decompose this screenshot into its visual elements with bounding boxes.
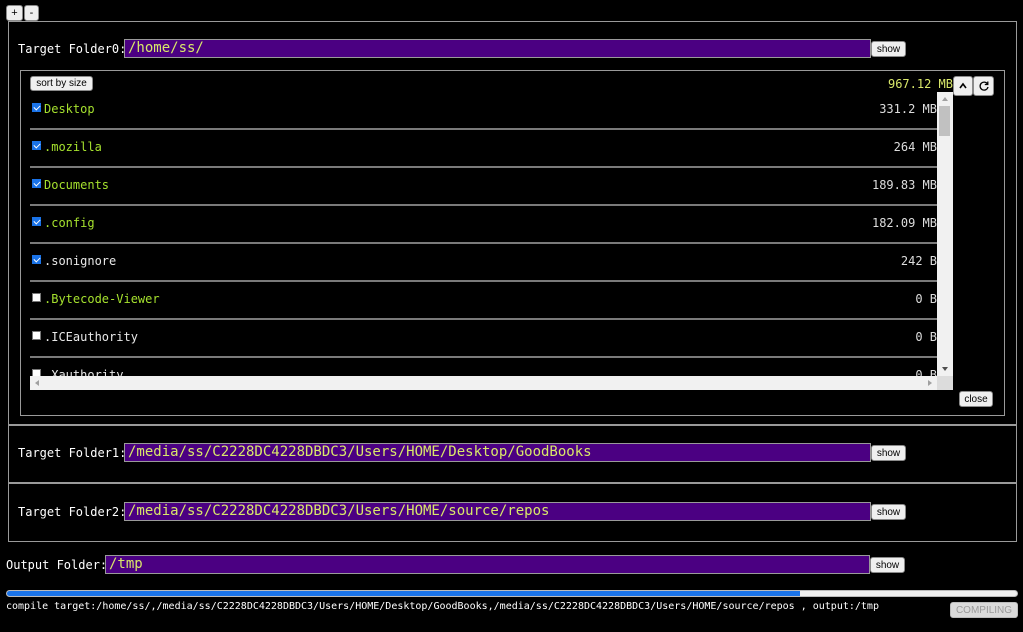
item-checkbox[interactable]: [32, 293, 41, 302]
target-folder-2-label: Target Folder2:: [18, 505, 127, 519]
target-folder-0-path[interactable]: /home/ss/: [124, 39, 871, 58]
item-name[interactable]: .ICEauthority: [44, 330, 138, 344]
item-checkbox[interactable]: [32, 369, 41, 376]
item-size: 0 B: [915, 330, 937, 344]
output-folder-label: Output Folder:: [6, 558, 108, 572]
target-folder-2-path[interactable]: /media/ss/C2228DC4228DBDC3/Users/HOME/so…: [124, 502, 871, 521]
file-list-item[interactable]: .Xauthority 0 B: [30, 358, 937, 376]
compile-button[interactable]: COMPILING: [950, 602, 1018, 618]
show-folder-1-button[interactable]: show: [871, 445, 906, 461]
show-output-button[interactable]: show: [870, 557, 905, 573]
item-checkbox[interactable]: [32, 217, 41, 226]
item-checkbox[interactable]: [32, 141, 41, 150]
file-list-item[interactable]: .config 182.09 MB: [30, 206, 937, 244]
refresh-icon: [979, 81, 989, 91]
file-list: Desktop 331.2 MB .mozilla 264 MB Documents 18…: [30, 92, 937, 376]
refresh-button[interactable]: [973, 76, 994, 96]
item-checkbox[interactable]: [32, 331, 41, 340]
vertical-scrollbar[interactable]: [937, 92, 953, 376]
compile-progress-bar: [6, 590, 1018, 597]
output-folder-path[interactable]: /tmp: [105, 555, 870, 574]
total-size: 967.12 MB: [887, 77, 953, 91]
target-folder-0-label: Target Folder0:: [18, 42, 127, 56]
item-name[interactable]: .config: [44, 216, 95, 230]
show-folder-0-button[interactable]: show: [871, 41, 906, 57]
item-size: 264 MB: [893, 140, 937, 154]
scroll-left-arrow-icon[interactable]: [34, 379, 40, 387]
file-list-item[interactable]: .Bytecode-Viewer 0 B: [30, 282, 937, 320]
expand-button[interactable]: +: [6, 5, 23, 21]
item-size: 0 B: [915, 368, 937, 376]
arrow-up-icon: [959, 82, 967, 89]
close-explorer-button[interactable]: close: [959, 391, 993, 407]
item-size: 189.83 MB: [871, 178, 937, 192]
sort-by-size-button[interactable]: sort by size: [30, 76, 93, 91]
item-size: 0 B: [915, 292, 937, 306]
item-name[interactable]: .sonignore: [44, 254, 116, 268]
vertical-scroll-thumb[interactable]: [939, 106, 950, 136]
scroll-down-arrow-icon[interactable]: [941, 366, 949, 372]
file-list-item[interactable]: .ICEauthority 0 B: [30, 320, 937, 358]
scroll-up-arrow-icon[interactable]: [941, 96, 949, 102]
target-folder-1-path[interactable]: /media/ss/C2228DC4228DBDC3/Users/HOME/De…: [124, 443, 871, 462]
file-list-item[interactable]: .mozilla 264 MB: [30, 130, 937, 168]
scroll-right-arrow-icon[interactable]: [927, 379, 933, 387]
item-size: 182.09 MB: [871, 216, 937, 230]
collapse-button[interactable]: -: [24, 5, 39, 21]
status-text: compile target:/home/ss/,/media/ss/C2228…: [6, 601, 879, 612]
file-list-item[interactable]: .sonignore 242 B: [30, 244, 937, 282]
target-folder-1-label: Target Folder1:: [18, 446, 127, 460]
item-checkbox[interactable]: [32, 255, 41, 264]
item-name[interactable]: .mozilla: [44, 140, 102, 154]
item-checkbox[interactable]: [32, 103, 41, 112]
item-name[interactable]: .Bytecode-Viewer: [44, 292, 160, 306]
item-name[interactable]: .Xauthority: [44, 368, 123, 376]
item-size: 331.2 MB: [879, 102, 937, 116]
item-name[interactable]: Desktop: [44, 102, 95, 116]
file-list-item[interactable]: Documents 189.83 MB: [30, 168, 937, 206]
scrollbar-corner: [937, 376, 953, 390]
file-list-item[interactable]: Desktop 331.2 MB: [30, 92, 937, 130]
item-size: 242 B: [900, 254, 937, 268]
horizontal-scrollbar[interactable]: [30, 376, 937, 390]
item-checkbox[interactable]: [32, 179, 41, 188]
go-up-button[interactable]: [953, 76, 973, 96]
compile-progress-fill: [7, 591, 800, 596]
item-name[interactable]: Documents: [44, 178, 109, 192]
show-folder-2-button[interactable]: show: [871, 504, 906, 520]
